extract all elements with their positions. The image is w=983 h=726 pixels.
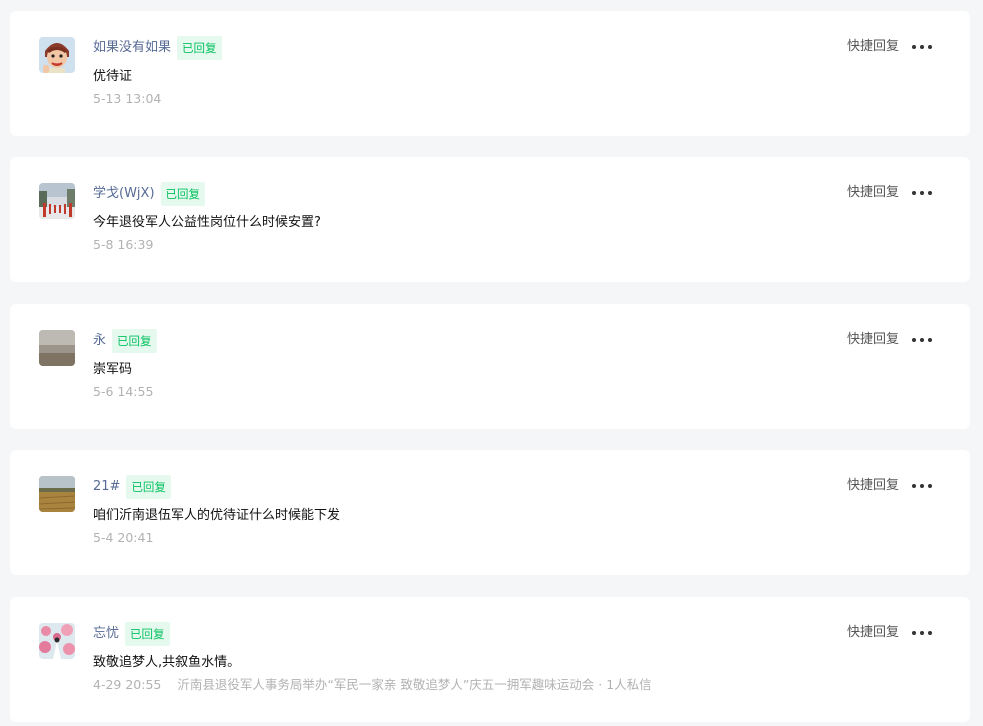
- comment-time: 5-4 20:41: [93, 530, 154, 545]
- comment-header: 21# 已回复: [93, 475, 171, 499]
- quick-reply-button[interactable]: 快捷回复: [847, 37, 899, 57]
- avatar[interactable]: [39, 183, 75, 219]
- user-name[interactable]: 21#: [93, 475, 120, 499]
- sea-landscape-avatar-image: [39, 330, 75, 366]
- comment-header: 学戈(WjX) 已回复: [93, 182, 206, 206]
- comment-meta: 5-8 16:39: [93, 235, 153, 255]
- comment-list: 如果没有如果 已回复 优待证 5-13 13:04 快捷回复 学戈(WjX) 已…: [0, 0, 983, 726]
- comment-header: 如果没有如果 已回复: [93, 36, 222, 60]
- more-options-icon[interactable]: [912, 629, 932, 637]
- comment-card: 忘忧 已回复 致敬追梦人,共叙鱼水情。 4-29 20:55 沂南县退役军人事务局…: [10, 597, 970, 722]
- comment-time: 5-8 16:39: [93, 237, 154, 252]
- source-article-link[interactable]: 沂南县退役军人事务局举办“军民一家亲 致敬追梦人”庆五一拥军趣味运动会 · 1人…: [177, 677, 651, 692]
- comment-text: 今年退役军人公益性岗位什么时候安置?: [93, 215, 321, 230]
- comment-meta: 5-13 13:04: [93, 89, 161, 109]
- comment-time: 5-13 13:04: [93, 91, 162, 106]
- comment-text: 咱们沂南退伍军人的优待证什么时候能下发: [93, 508, 341, 523]
- comment-meta: 4-29 20:55 沂南县退役军人事务局举办“军民一家亲 致敬追梦人”庆五一拥军…: [93, 675, 652, 695]
- replied-badge: 已回复: [160, 182, 206, 206]
- more-options-icon[interactable]: [912, 482, 932, 490]
- street-photo-avatar-image: [39, 183, 75, 219]
- quick-reply-button[interactable]: 快捷回复: [847, 623, 899, 643]
- comment-text: 致敬追梦人,共叙鱼水情。: [93, 655, 241, 670]
- wheat-field-avatar-image: [39, 476, 75, 512]
- cartoon-character-avatar-image: [39, 37, 75, 73]
- comment-card: 学戈(WjX) 已回复 今年退役军人公益性岗位什么时候安置? 5-8 16:39…: [10, 157, 970, 282]
- user-name[interactable]: 永: [93, 329, 106, 353]
- comment-time: 5-6 14:55: [93, 384, 154, 399]
- comment-card: 永 已回复 崇军码 5-6 14:55 快捷回复: [10, 304, 970, 429]
- flower-garden-avatar-image: [39, 623, 75, 659]
- comment-time: 4-29 20:55: [93, 677, 162, 692]
- avatar[interactable]: [39, 330, 75, 366]
- comment-meta: 5-4 20:41: [93, 528, 153, 548]
- avatar[interactable]: [39, 623, 75, 659]
- comment-card: 21# 已回复 咱们沂南退伍军人的优待证什么时候能下发 5-4 20:41 快捷…: [10, 450, 970, 575]
- quick-reply-button[interactable]: 快捷回复: [847, 183, 899, 203]
- comment-header: 忘忧 已回复: [93, 622, 170, 646]
- avatar[interactable]: [39, 476, 75, 512]
- more-options-icon[interactable]: [912, 43, 932, 51]
- user-name[interactable]: 学戈(WjX): [93, 182, 155, 206]
- quick-reply-button[interactable]: 快捷回复: [847, 476, 899, 496]
- comment-card: 如果没有如果 已回复 优待证 5-13 13:04 快捷回复: [10, 11, 970, 136]
- replied-badge: 已回复: [125, 622, 170, 646]
- comment-text: 崇军码: [93, 362, 133, 377]
- comment-text: 优待证: [93, 69, 133, 84]
- avatar[interactable]: [39, 37, 75, 73]
- comment-header: 永 已回复: [93, 329, 157, 353]
- replied-badge: 已回复: [177, 36, 222, 60]
- quick-reply-button[interactable]: 快捷回复: [847, 330, 899, 350]
- more-options-icon[interactable]: [912, 336, 932, 344]
- user-name[interactable]: 如果没有如果: [93, 36, 171, 60]
- user-name[interactable]: 忘忧: [93, 622, 119, 646]
- replied-badge: 已回复: [126, 475, 171, 499]
- more-options-icon[interactable]: [912, 189, 932, 197]
- comment-meta: 5-6 14:55: [93, 382, 153, 402]
- replied-badge: 已回复: [112, 329, 157, 353]
